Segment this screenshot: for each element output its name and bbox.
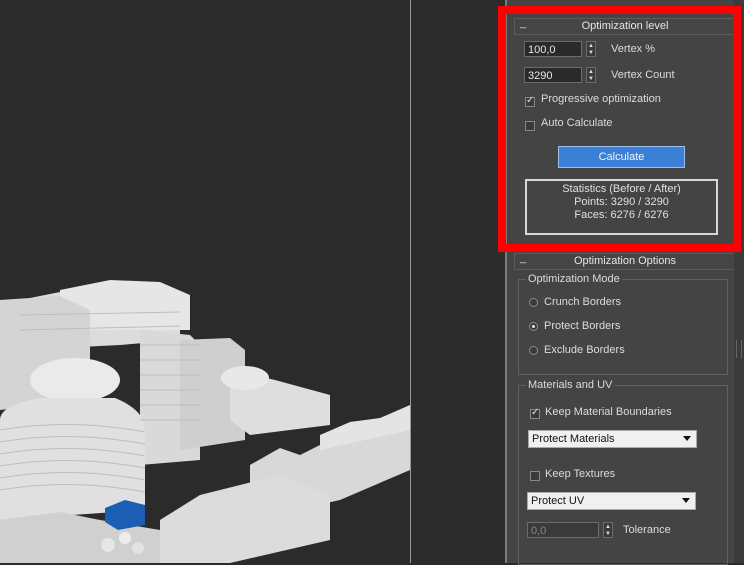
optimization-mode-title: Optimization Mode	[526, 273, 622, 285]
rollout-title: Optimization Options	[573, 255, 677, 267]
protect-borders-label: Protect Borders	[544, 320, 621, 332]
keep-textures-label: Keep Textures	[545, 468, 616, 480]
keep-textures-checkbox[interactable]	[530, 471, 540, 481]
chevron-down-icon	[683, 436, 691, 441]
materials-dropdown[interactable]: Protect Materials	[528, 430, 697, 448]
tolerance-spinner[interactable]: ▲ ▼	[603, 522, 613, 538]
radio-crunch-borders[interactable]	[529, 298, 538, 307]
uv-dropdown[interactable]: Protect UV	[527, 492, 696, 510]
checkmark-icon: ✓	[531, 407, 540, 418]
tolerance-label: Tolerance	[623, 524, 671, 536]
scrollbar-thumb[interactable]	[736, 340, 742, 358]
materials-uv-title: Materials and UV	[526, 379, 615, 391]
house-row	[160, 475, 330, 563]
rollout-header-optimization-options[interactable]: _ Optimization Options	[514, 251, 736, 270]
crunch-borders-label: Crunch Borders	[544, 296, 622, 308]
uv-dropdown-value: Protect UV	[531, 495, 585, 507]
viewport-secondary[interactable]	[411, 0, 505, 563]
exclude-borders-label: Exclude Borders	[544, 344, 625, 356]
tolerance-input[interactable]: 0,0	[527, 522, 599, 538]
viewport-perspective[interactable]	[0, 0, 410, 563]
rollout-optimization-options: _ Optimization Options Optimization Mode…	[514, 251, 736, 565]
highlight-annotation-box	[498, 6, 741, 252]
collapse-icon[interactable]: _	[520, 251, 526, 265]
materials-dropdown-value: Protect Materials	[532, 433, 615, 445]
radio-exclude-borders[interactable]	[529, 346, 538, 355]
building-roof	[221, 366, 269, 390]
round-tower-roof	[30, 358, 120, 402]
city-model-scene	[0, 280, 410, 563]
keep-material-boundaries-checkbox[interactable]: ✓	[530, 407, 540, 419]
radio-protect-borders[interactable]	[529, 322, 538, 331]
keep-material-boundaries-label: Keep Material Boundaries	[545, 406, 672, 418]
chevron-down-icon	[682, 498, 690, 503]
